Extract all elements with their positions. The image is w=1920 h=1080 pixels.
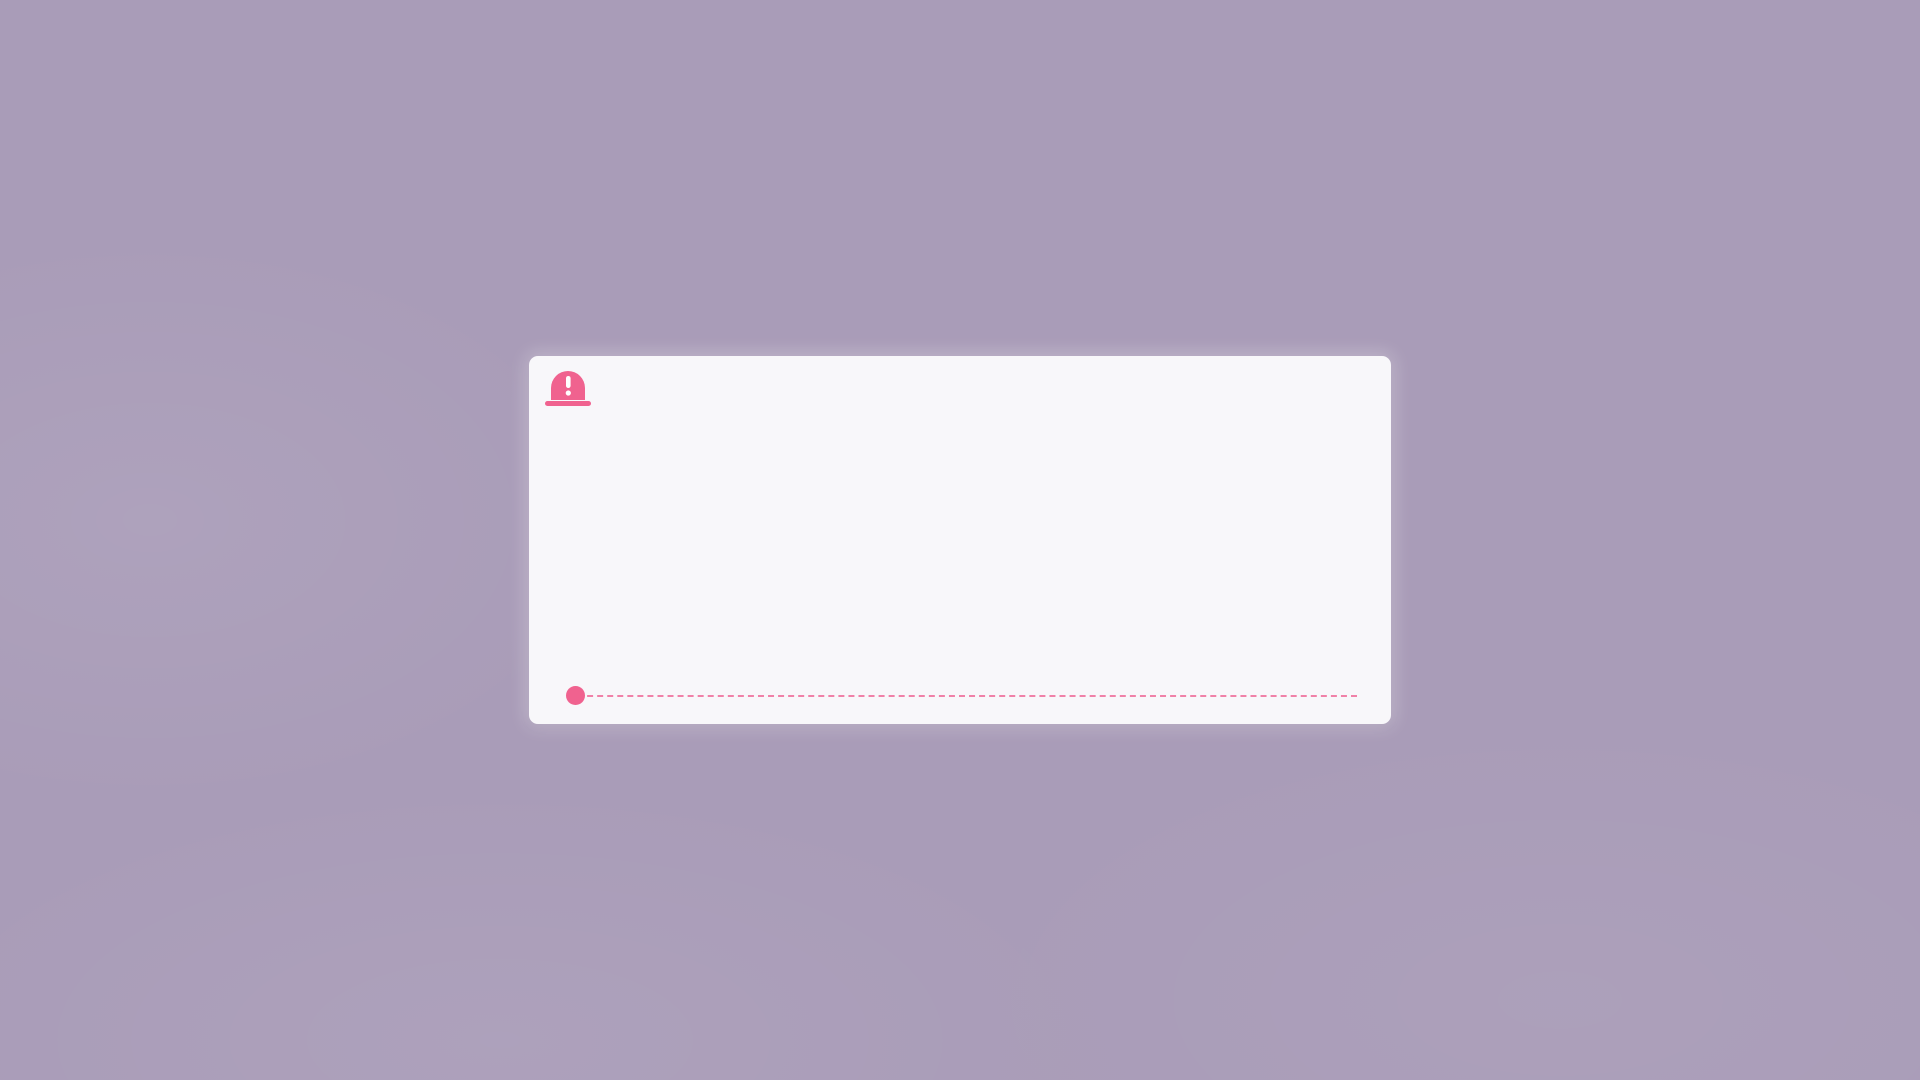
alert-dialog [529, 356, 1391, 724]
progress-indicator [566, 686, 585, 705]
progress-bar [566, 686, 1357, 706]
progress-track [567, 695, 1357, 697]
siren-alert-icon [545, 368, 591, 408]
